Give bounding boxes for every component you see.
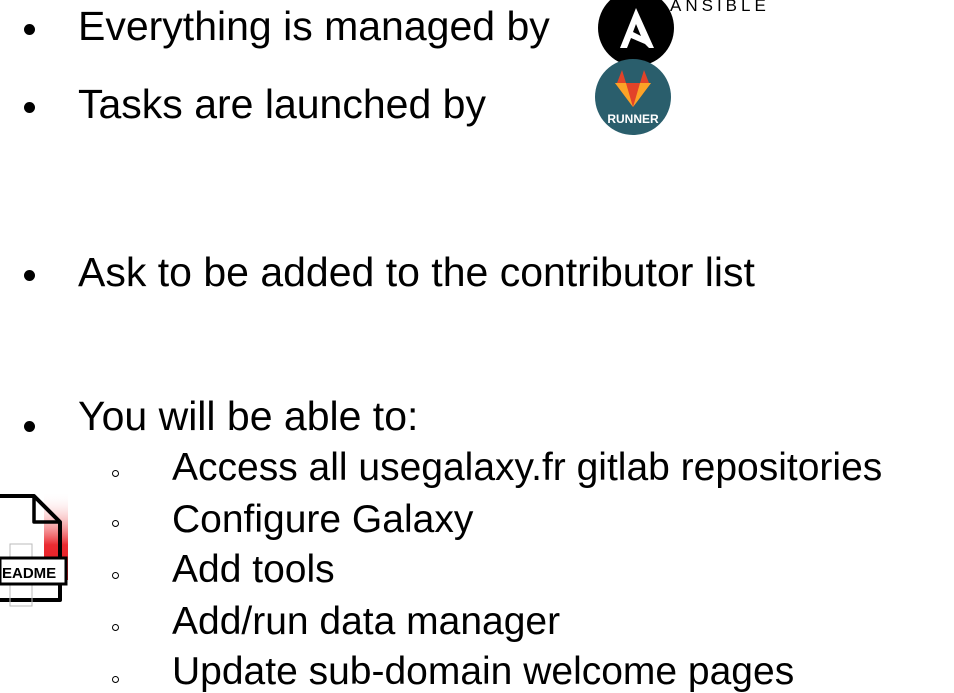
bullet-dot [24, 270, 35, 281]
bullet-launched: Tasks are launched by [78, 81, 486, 127]
gitlab-runner-logo-icon: RUNNER [595, 59, 671, 135]
sub-item: Add/run data manager [172, 600, 561, 643]
sub-bullet [112, 520, 119, 527]
sub-bullet [112, 676, 119, 683]
sub-item: Access all usegalaxy.fr gitlab repositor… [172, 446, 883, 489]
ansible-wordmark: ANSIBLE [670, 0, 770, 15]
sub-bullet [112, 624, 119, 631]
sub-item: Configure Galaxy [172, 498, 474, 541]
bullet-dot [24, 102, 35, 113]
sub-bullet [112, 572, 119, 579]
sub-item: Add tools [172, 548, 335, 591]
readme-label: EADME [2, 565, 56, 582]
sub-bullet [112, 470, 119, 477]
bullet-ask: Ask to be added to the contributor list [78, 249, 755, 295]
runner-label: RUNNER [607, 112, 659, 126]
bullet-able: You will be able to: [78, 393, 419, 439]
bullet-dot [24, 421, 35, 432]
readme-file-icon: EADME [0, 492, 68, 607]
bullet-managed: Everything is managed by [78, 3, 550, 49]
sub-item: Update sub-domain welcome pages [172, 650, 795, 693]
bullet-dot [24, 24, 35, 35]
